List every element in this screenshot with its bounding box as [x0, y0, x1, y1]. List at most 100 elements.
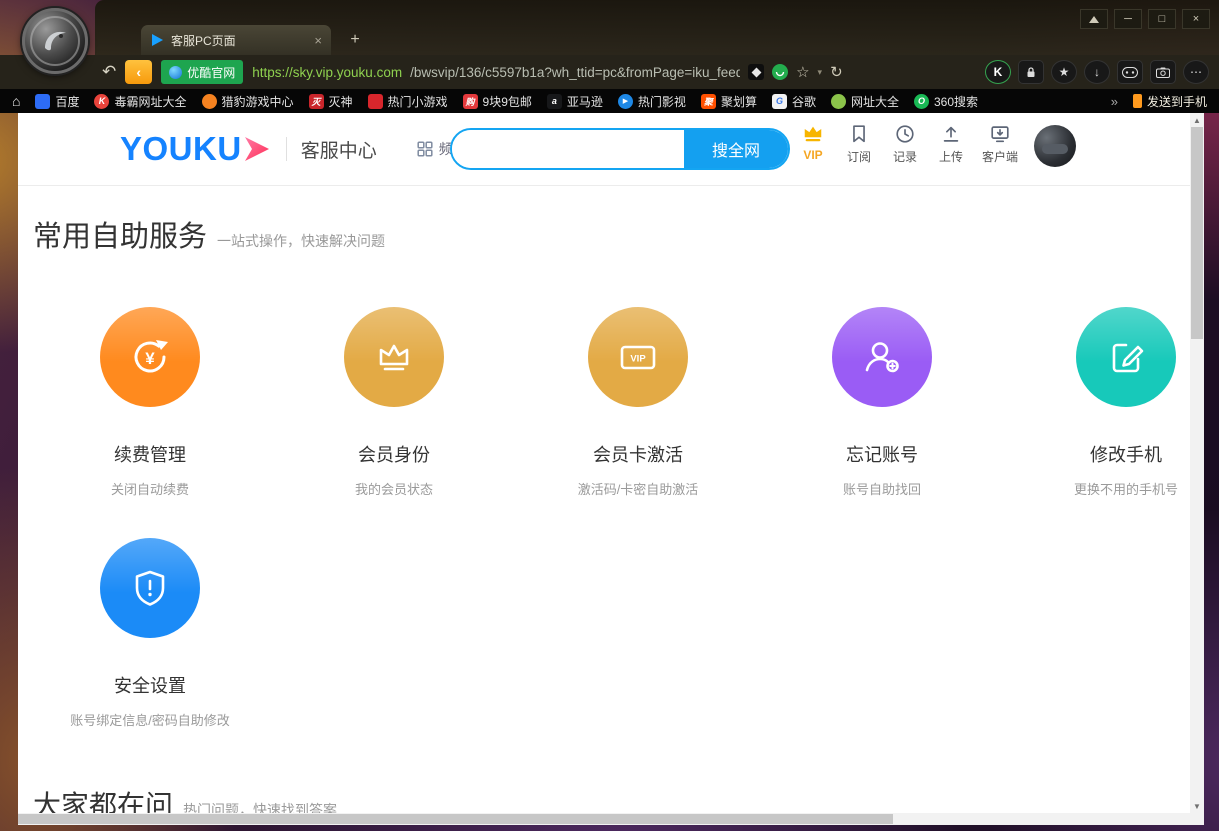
skin-button[interactable] [1080, 9, 1108, 29]
bookmark-item[interactable]: 百度 [35, 93, 79, 110]
favorite-caret-icon[interactable]: ▾ [818, 67, 823, 78]
screen: 客服PC页面 × + ─ □ × ↶ ‹ 优酷官网 https://sky.vi… [0, 0, 1219, 831]
bookmark-item[interactable]: G谷歌 [772, 93, 816, 110]
service-circle [344, 307, 444, 407]
nav-vip[interactable]: VIP [798, 123, 828, 162]
bookmark-item[interactable]: O360搜索 [914, 93, 978, 110]
bookmark-favicon: K [94, 94, 109, 109]
renew-yen-icon: ¥ [124, 331, 176, 383]
bookmark-favicon: G [772, 94, 787, 109]
bookmark-favicon [368, 94, 383, 109]
minimize-button[interactable]: ─ [1114, 9, 1142, 29]
extension-icon[interactable] [748, 64, 764, 80]
clock-icon [894, 123, 916, 145]
browser-tab[interactable]: 客服PC页面 × [141, 25, 331, 55]
browser-menu-logo[interactable] [22, 8, 88, 74]
bookmark-item[interactable]: K毒霸网址大全 [94, 93, 186, 110]
service-circle: ¥ [100, 307, 200, 407]
duba-k-icon[interactable]: K [985, 60, 1011, 84]
svg-text:VIP: VIP [630, 354, 646, 365]
service-center-title: 客服中心 [301, 136, 377, 163]
bookmark-favicon: 灭 [309, 94, 324, 109]
vertical-scroll-thumb[interactable] [1191, 127, 1203, 339]
bookmark-favicon: 购 [463, 94, 478, 109]
bookmark-favicon: 聚 [701, 94, 716, 109]
nav-upload[interactable]: 上传 [936, 123, 966, 165]
nav-subscribe[interactable]: 订阅 [844, 123, 874, 165]
service-card-change-phone[interactable]: 修改手机 更换不用的手机号 [1004, 307, 1204, 498]
service-card-card-activation[interactable]: VIP 会员卡激活 激活码/卡密自助激活 [516, 307, 760, 498]
new-tab-button[interactable]: + [343, 29, 367, 51]
game-center-icon[interactable] [1117, 60, 1143, 84]
horizontal-scrollbar[interactable] [18, 813, 1190, 825]
bookmark-favicon [35, 94, 50, 109]
bookmark-item[interactable]: 网址大全 [831, 93, 899, 110]
bookmark-favicon: ▶ [618, 94, 633, 109]
tab-close-icon[interactable]: × [314, 33, 322, 48]
service-circle: VIP [588, 307, 688, 407]
service-circle [100, 538, 200, 638]
crown-icon [368, 331, 420, 383]
toolbar-icons: K ★ ↓ ⋯ [985, 60, 1209, 84]
bookmark-icon [848, 123, 870, 145]
service-card-security[interactable]: 安全设置 账号绑定信息/密码自助修改 [28, 538, 272, 729]
search-button[interactable]: 搜全网 [684, 130, 788, 168]
bookmark-item[interactable]: 热门小游戏 [368, 93, 448, 110]
youku-logo-arrow-icon [242, 136, 272, 162]
window-controls: ─ □ × [1080, 9, 1210, 29]
close-button[interactable]: × [1182, 9, 1210, 29]
service-card-renewal[interactable]: ¥ 续费管理 关闭自动续费 [28, 307, 272, 498]
search-input[interactable] [452, 130, 684, 168]
shield-icon [124, 562, 176, 614]
refresh-icon[interactable]: ↻ [830, 63, 843, 81]
brand-area: YOUKU 客服中心 频道 [120, 113, 467, 185]
menu-more-icon[interactable]: ⋯ [1183, 60, 1209, 84]
youku-header: YOUKU 客服中心 频道 搜全网 VIP [18, 113, 1204, 186]
youku-favicon [150, 33, 164, 47]
acceleration-icon[interactable] [772, 64, 788, 80]
url-host: https://sky.vip.youku.com [252, 65, 402, 80]
forgot-account-icon [856, 331, 908, 383]
client-monitor-icon [989, 123, 1011, 145]
favorite-star-icon[interactable]: ☆ [796, 63, 809, 81]
svg-text:¥: ¥ [145, 349, 155, 368]
vip-crown-icon [802, 123, 824, 145]
horizontal-scroll-thumb[interactable] [18, 814, 893, 824]
scroll-up-icon[interactable]: ▲ [1190, 113, 1204, 127]
download-icon[interactable]: ↓ [1084, 60, 1110, 84]
bookmarks-overflow-icon[interactable]: » [1111, 94, 1118, 109]
bookmark-favicon [202, 94, 217, 109]
scrollbar-corner [1190, 813, 1204, 825]
user-avatar[interactable] [1034, 125, 1076, 167]
url-path: /bwsvip/136/c5597b1a?wh_ttid=pc&fromPage… [410, 65, 740, 80]
bookmark-item[interactable]: 购9块9包邮 [463, 93, 532, 110]
service-card-membership[interactable]: 会员身份 我的会员状态 [272, 307, 516, 498]
quick-back-button[interactable]: ‹ [125, 60, 152, 84]
bookmark-item[interactable]: a亚马逊 [547, 93, 603, 110]
maximize-button[interactable]: □ [1148, 9, 1176, 29]
phone-icon [1133, 94, 1142, 108]
scroll-down-icon[interactable]: ▼ [1190, 799, 1204, 813]
user-nav: VIP 订阅 记录 上传 客户端 [798, 123, 1076, 167]
address-bar[interactable]: https://sky.vip.youku.com/bwsvip/136/c55… [252, 63, 976, 81]
bookmark-item[interactable]: 猎豹游戏中心 [202, 93, 294, 110]
favorites-icon[interactable]: ★ [1051, 60, 1077, 84]
home-icon[interactable]: ⌂ [12, 93, 20, 109]
youku-logo[interactable]: YOUKU [120, 130, 242, 168]
bookmark-item[interactable]: ▶热门影视 [618, 93, 686, 110]
back-button[interactable]: ↶ [102, 62, 116, 82]
vertical-scrollbar[interactable]: ▲ ▼ [1190, 113, 1204, 813]
bookmark-item[interactable]: 聚聚划算 [701, 93, 757, 110]
lock-icon[interactable] [1018, 60, 1044, 84]
send-to-phone-button[interactable]: 发送到手机 [1133, 93, 1207, 110]
grid-icon [417, 141, 433, 157]
search-bar: 搜全网 [450, 128, 790, 170]
screenshot-icon[interactable] [1150, 60, 1176, 84]
site-verified-badge[interactable]: 优酷官网 [161, 60, 243, 84]
vip-card-icon: VIP [612, 331, 664, 383]
nav-client[interactable]: 客户端 [982, 123, 1018, 165]
bookmark-item[interactable]: 灭灭神 [309, 93, 353, 110]
webpage: YOUKU 客服中心 频道 搜全网 VIP [18, 113, 1204, 825]
service-card-forgot-account[interactable]: 忘记账号 账号自助找回 [760, 307, 1004, 498]
nav-history[interactable]: 记录 [890, 123, 920, 165]
